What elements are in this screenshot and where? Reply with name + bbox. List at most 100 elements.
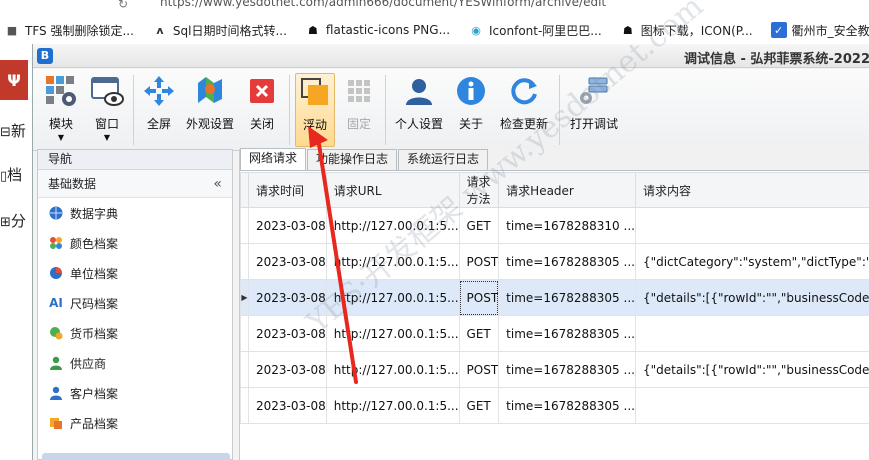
cell-url[interactable]: http://127.00.0.1:5... [325,315,460,352]
cell-method[interactable]: POST [458,243,500,280]
cell-method[interactable]: POST [458,351,500,388]
table-row[interactable]: 2023-03-08 http://127.00.0.1:5... GET ti… [240,315,869,352]
cell-content[interactable] [634,387,869,424]
nav-item-supplier[interactable]: 供应商 [38,348,232,378]
user-icon [401,73,437,109]
column-header-url[interactable]: 请求URL [325,172,460,208]
cell-content[interactable] [634,315,869,352]
cell-time[interactable]: 2023-03-08 [248,351,327,388]
nav-item-color-archive[interactable]: 颜色档案 [38,228,232,258]
palette-icon [48,235,64,251]
row-indicator-header [240,172,249,208]
cell-url[interactable]: http://127.00.0.1:5... [325,279,460,316]
bookmark-sql[interactable]: ʌ Sql日期时间格式转... [152,22,287,39]
table-row[interactable]: 2023-03-08 http://127.00.0.1:5... GET ti… [240,387,869,424]
mail-icon: ✓ [770,22,787,38]
window-title: 调试信息 - 弘邦菲票系统-2022 [683,52,869,67]
table-row[interactable]: 2023-03-08 http://127.00.0.1:5... POST t… [240,351,869,388]
bg-menu-item[interactable]: ⊞分 [0,210,26,231]
debug-window: B 调试信息 - 弘邦菲票系统-2022 模块 ▼ 窗口 ▼ 全屏 外观设置 关… [32,44,869,460]
cell-content[interactable]: {"dictCategory":"system","dictType":"B [634,243,869,280]
window-button[interactable]: 窗口 ▼ [85,73,129,147]
cell-header[interactable]: time=1678288310 ... [498,207,636,244]
cell-url[interactable]: http://127.00.0.1:5... [325,351,460,388]
collapse-icon[interactable]: « [213,170,222,198]
content-area: 网络请求 功能操作日志 系统运行日志 请求时间 请求URL 请求方法 请求Hea… [239,148,869,460]
column-header-time[interactable]: 请求时间 [248,172,327,208]
modules-button[interactable]: 模块 ▼ [39,73,83,147]
column-header-method[interactable]: 请求方法 [458,172,500,208]
fullscreen-button[interactable]: 全屏 [137,73,181,147]
cell-header[interactable]: time=1678288305 ... [498,387,636,424]
modules-icon [43,73,79,109]
nav-item-customer-archive[interactable]: 客户档案 [38,378,232,408]
nav-item-size-archive[interactable]: AI 尺码档案 [38,288,232,318]
cell-header[interactable]: time=1678288305 ... [498,351,636,388]
row-indicator[interactable] [240,207,249,244]
row-indicator[interactable] [240,387,249,424]
nav-item-currency-archive[interactable]: 货币档案 [38,318,232,348]
cell-header[interactable]: time=1678288305 ... [498,315,636,352]
pin-button[interactable]: 固定 [339,73,379,147]
app-logo-icon: Ψ [0,60,28,100]
row-indicator[interactable] [240,351,249,388]
table-row[interactable]: 2023-03-08 http://127.00.0.1:5... POST t… [240,243,869,280]
cell-header[interactable]: time=1678288305 ... [498,279,636,316]
cell-content[interactable]: {"details":[{"rowId":"","businessCode": [634,279,869,316]
nav-item-unit-archive[interactable]: 单位档案 [38,258,232,288]
bg-menu-item[interactable]: ⊟新 [0,120,26,141]
open-debug-button[interactable]: 打开调试 [565,73,623,147]
row-indicator[interactable] [240,243,249,280]
cell-time[interactable]: 2023-03-08 [248,279,327,316]
ai-icon: AI [49,296,63,310]
bookmark-icon-download[interactable]: ☗ 图标下载，ICON(P... [620,22,753,39]
bookmark-safety[interactable]: ✓衢州市_安全教育平台 [770,22,869,39]
ribbon-separator [559,75,560,145]
bg-menu-item[interactable]: ▯档 [0,164,22,185]
reload-icon[interactable]: ↻ [118,0,128,11]
table-row-selected[interactable]: ▶ 2023-03-08 http://127.00.0.1:5... POST… [240,279,869,316]
iconfont-icon: ◉ [471,23,481,37]
tab-operation-log[interactable]: 功能操作日志 [307,149,398,170]
nav-item-product-archive[interactable]: 产品档案 [38,408,232,438]
cell-url[interactable]: http://127.00.0.1:5... [325,387,460,424]
cell-time[interactable]: 2023-03-08 [248,387,327,424]
sql-icon: ʌ [156,23,164,37]
float-button[interactable]: 浮动 [295,73,335,147]
cell-method[interactable]: GET [458,207,500,244]
check-update-button[interactable]: 检查更新 [495,73,553,147]
cell-time[interactable]: 2023-03-08 [248,207,327,244]
bookmark-flatastic[interactable]: ☗ flatastic-icons PNG... [305,22,450,38]
cell-url[interactable]: http://127.00.0.1:5... [325,207,460,244]
row-indicator[interactable] [240,315,249,352]
cell-method-focused[interactable]: POST [458,279,500,316]
address-bar[interactable]: ↻ https://www.yesdotnet.com/admin666/doc… [0,0,869,12]
chevron-down-icon: ▼ [103,133,111,142]
row-indicator-icon[interactable]: ▶ [240,279,249,316]
bookmark-iconfont[interactable]: ◉ Iconfont-阿里巴巴... [468,22,602,39]
column-header-content[interactable]: 请求内容 [634,172,869,208]
cell-method[interactable]: GET [458,315,500,352]
personal-settings-button[interactable]: 个人设置 [391,73,447,147]
bookmark-tfs[interactable]: ■ TFS 强制删除锁定... [4,22,134,39]
refresh-icon [506,73,542,109]
window-icon [89,73,125,109]
table-row[interactable]: 2023-03-08 http://127.00.0.1:5... GET ti… [240,207,869,244]
cell-url[interactable]: http://127.00.0.1:5... [325,243,460,280]
tab-network-requests[interactable]: 网络请求 [240,148,307,170]
cell-time[interactable]: 2023-03-08 [248,315,327,352]
nav-group-basic-data[interactable]: 基础数据 « [38,170,232,198]
close-button[interactable]: 关闭 [241,73,283,147]
info-icon [453,73,489,109]
cell-content[interactable] [634,207,869,244]
cell-header[interactable]: time=1678288305 ... [498,243,636,280]
nav-bottom-group[interactable] [42,453,230,460]
about-button[interactable]: 关于 [449,73,493,147]
cell-time[interactable]: 2023-03-08 [248,243,327,280]
cell-method[interactable]: GET [458,387,500,424]
cell-content[interactable]: {"details":[{"rowId":"","businessCode": [634,351,869,388]
appearance-button[interactable]: 外观设置 [181,73,239,147]
column-header-header[interactable]: 请求Header [498,172,636,208]
tab-system-log[interactable]: 系统运行日志 [398,149,489,170]
nav-item-data-dictionary[interactable]: 数据字典 [38,198,232,228]
